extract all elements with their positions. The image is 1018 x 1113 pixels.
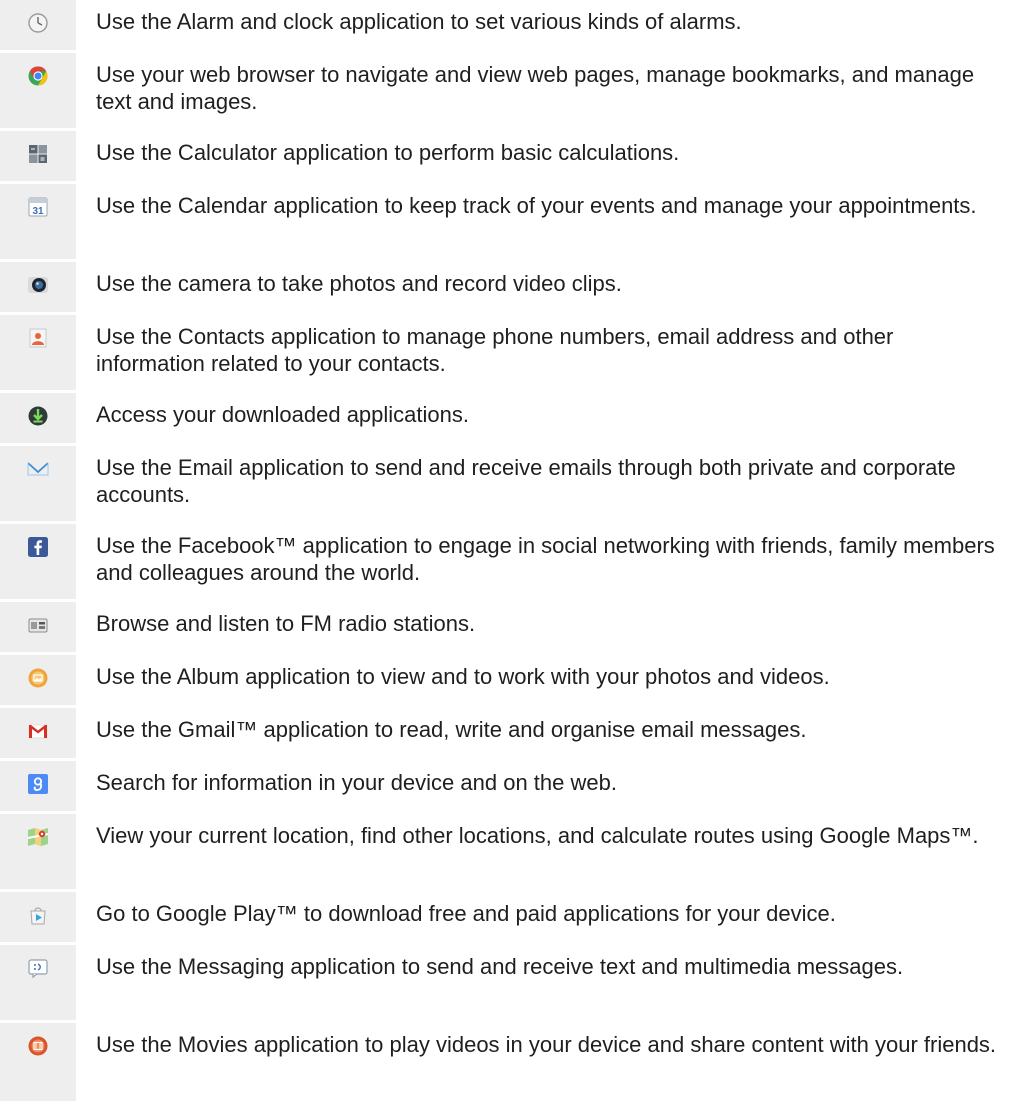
item-text: Use your web browser to navigate and vie… bbox=[96, 62, 975, 114]
item-text: Use the Contacts application to manage p… bbox=[96, 324, 894, 376]
contacts-icon bbox=[29, 328, 47, 348]
item-text: Browse and listen to FM radio stations. bbox=[96, 611, 476, 636]
icon-cell bbox=[0, 446, 76, 521]
icon-cell bbox=[0, 655, 76, 705]
play-store-icon bbox=[30, 907, 46, 925]
icon-cell bbox=[0, 131, 76, 181]
download-icon bbox=[28, 406, 48, 426]
icon-cell bbox=[0, 761, 76, 811]
icon-cell bbox=[0, 708, 76, 758]
movies-icon bbox=[28, 1036, 48, 1056]
browser-icon bbox=[28, 66, 48, 86]
item-text: Use the Messaging application to send an… bbox=[96, 954, 904, 979]
icon-cell: 31 bbox=[0, 184, 76, 259]
item-text: Use the Facebook™ application to engage … bbox=[96, 533, 995, 585]
item-text: Use the Gmail™ application to read, writ… bbox=[96, 717, 807, 742]
item-text: Use the camera to take photos and record… bbox=[96, 271, 622, 296]
calculator-icon bbox=[29, 145, 47, 163]
item-text: Use the Calculator application to perfor… bbox=[96, 140, 680, 165]
icon-cell bbox=[0, 945, 76, 1020]
item-text: Use the Movies application to play video… bbox=[96, 1032, 997, 1057]
icon-cell bbox=[0, 1023, 76, 1101]
messaging-icon bbox=[28, 959, 48, 979]
item-text: View your current location, find other l… bbox=[96, 823, 979, 848]
item-text: Go to Google Play™ to download free and … bbox=[96, 901, 836, 926]
icon-cell bbox=[0, 892, 76, 942]
email-icon bbox=[27, 462, 49, 476]
calendar-icon: 31 bbox=[28, 197, 48, 217]
icon-cell bbox=[0, 524, 76, 599]
gmail-icon bbox=[28, 724, 48, 739]
fm-radio-icon bbox=[28, 618, 48, 633]
icon-cell bbox=[0, 602, 76, 652]
icon-cell bbox=[0, 262, 76, 312]
icon-cell bbox=[0, 315, 76, 390]
maps-icon bbox=[27, 828, 49, 846]
item-text: Use the Alarm and clock application to s… bbox=[96, 9, 742, 34]
item-text: Search for information in your device an… bbox=[96, 770, 617, 795]
item-text: Use the Email application to send and re… bbox=[96, 455, 956, 507]
item-text: Use the Calendar application to keep tra… bbox=[96, 193, 977, 218]
icon-cell bbox=[0, 0, 76, 50]
icon-cell bbox=[0, 393, 76, 443]
item-text: Access your downloaded applications. bbox=[96, 402, 470, 427]
icon-cell bbox=[0, 53, 76, 128]
camera-icon bbox=[28, 277, 48, 293]
google-search-icon bbox=[28, 774, 48, 794]
facebook-icon bbox=[28, 537, 48, 557]
alarm-clock-icon bbox=[28, 13, 48, 33]
icon-cell bbox=[0, 814, 76, 889]
album-icon bbox=[28, 668, 48, 688]
item-text: Use the Album application to view and to… bbox=[96, 664, 830, 689]
calendar-icon-label: 31 bbox=[32, 206, 44, 217]
